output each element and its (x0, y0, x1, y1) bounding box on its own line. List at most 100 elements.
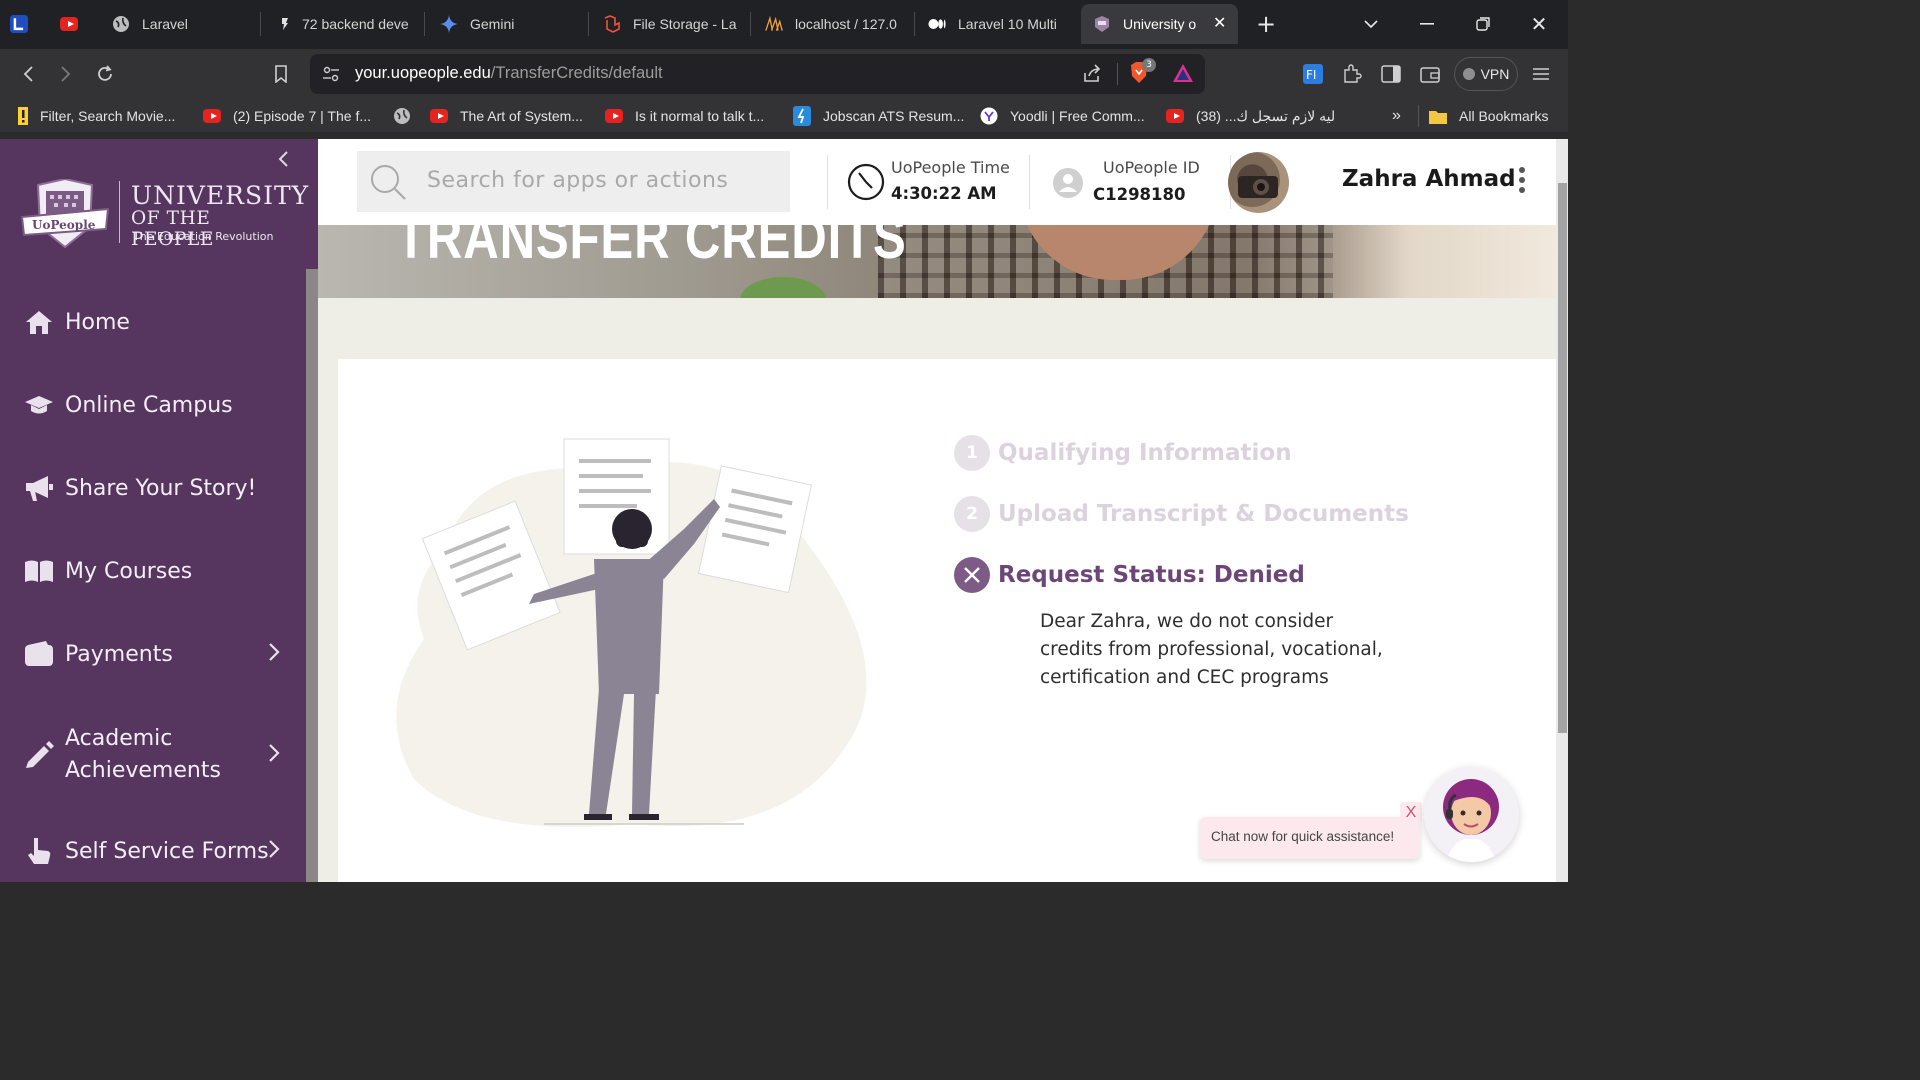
restore-button[interactable] (1465, 8, 1501, 40)
collapse-sidebar-button[interactable] (278, 151, 288, 172)
extensions-icon[interactable] (1339, 61, 1365, 87)
bookmark-item[interactable]: Filter, Search Movie... (18, 105, 175, 127)
step-label: Qualifying Information (998, 440, 1292, 466)
all-bookmarks-button[interactable]: All Bookmarks (1429, 105, 1548, 127)
vpn-label: VPN (1480, 66, 1510, 82)
sidebar-item-label: Academic Achievements (65, 726, 221, 783)
bookmark-item[interactable]: Yoodli | Free Comm... (980, 105, 1145, 127)
step-qualifying-information[interactable]: 1 Qualifying Information (954, 435, 1292, 471)
tab-title: University o (1123, 16, 1197, 32)
close-tab-icon[interactable]: ✕ (1213, 13, 1226, 33)
sidebar-toggle-icon[interactable] (1378, 61, 1404, 87)
step-request-status[interactable]: Request Status: Denied (954, 557, 1305, 593)
menu-icon[interactable] (1528, 61, 1554, 87)
page-header: Search for apps or actions UoPeople Time… (318, 139, 1556, 225)
sidebar-item-share-your-story[interactable]: Share Your Story! (24, 474, 294, 502)
header-divider (827, 155, 828, 209)
search-input[interactable]: Search for apps or actions (357, 151, 790, 212)
avatar[interactable] (1228, 152, 1289, 213)
tab-gemini[interactable]: Gemini (440, 4, 580, 44)
globe-icon (393, 108, 411, 124)
close-window-button[interactable]: ✕ (1521, 8, 1557, 40)
step-number: 1 (954, 435, 990, 471)
tab-university-active[interactable]: University o ✕ (1081, 4, 1238, 44)
minimize-button[interactable] (1409, 8, 1445, 40)
bookmark-item[interactable]: Jobscan ATS Resum... (793, 105, 964, 127)
forward-button[interactable] (53, 61, 79, 87)
step-upload-transcript[interactable]: 2 Upload Transcript & Documents (954, 496, 1409, 532)
address-bar[interactable]: your.uopeople.edu/TransferCredits/defaul… (310, 54, 1205, 94)
bookmark-item[interactable]: ليه لازم تسجل ك... (38) (1166, 105, 1335, 127)
sidebar-item-academic-achievements[interactable]: Academic Achievements (24, 721, 294, 789)
bookmark-item[interactable]: Is it normal to talk t... (605, 105, 764, 127)
sidebar-item-self-service-forms[interactable]: Self Service Forms (24, 837, 294, 865)
youtube-icon (605, 108, 623, 124)
status-message: Dear Zahra, we do not consider credits f… (1040, 611, 1383, 688)
svg-text:FI: FI (1306, 68, 1316, 82)
extension-fi-icon[interactable]: FI (1300, 61, 1326, 87)
brave-rewards-icon[interactable] (1172, 63, 1194, 87)
logo-line2: OF THE PEOPLE (131, 208, 214, 250)
tab-title: Gemini (470, 16, 515, 32)
sidebar-item-home[interactable]: Home (24, 308, 294, 336)
vpn-button[interactable]: VPN (1454, 57, 1518, 91)
megaphone-icon (24, 474, 54, 502)
youtube-icon (60, 15, 78, 33)
chat-assistant-avatar[interactable] (1424, 767, 1519, 862)
tab-divider (424, 12, 425, 36)
uopeople-crest-icon: UoPeople (20, 179, 110, 249)
more-options-icon[interactable] (1518, 167, 1526, 197)
reload-button[interactable] (92, 61, 118, 87)
bookmark-label: (2) Episode 7 | The f... (233, 108, 372, 124)
youtube-icon (1166, 108, 1184, 124)
chat-prompt-bubble[interactable]: Chat now for quick assistance! (1200, 817, 1420, 859)
tab-file-storage[interactable]: File Storage - La (603, 4, 741, 44)
url-path: /TransferCredits/default (490, 64, 663, 82)
site-settings-icon[interactable] (322, 66, 340, 86)
tab-localhost[interactable]: localhost / 127.0 (765, 4, 905, 44)
tab-search-dropdown[interactable] (1353, 8, 1389, 40)
sidebar-item-online-campus[interactable]: Online Campus (24, 391, 294, 419)
logo-line1: UNIVERSITY (131, 181, 310, 210)
request-status-label: Request Status: Denied (998, 562, 1305, 588)
wallet-icon[interactable] (1417, 61, 1443, 87)
bookmark-item[interactable]: The Art of System... (430, 105, 583, 127)
tab-laravel-multi[interactable]: Laravel 10 Multi (928, 4, 1068, 44)
sidebar-scrollbar[interactable] (306, 269, 318, 882)
tab-backend[interactable]: 72 backend deve (280, 4, 415, 44)
bookmark-label: The Art of System... (460, 108, 583, 124)
tab-app[interactable] (10, 4, 40, 44)
tab-laravel[interactable]: Laravel (112, 4, 252, 44)
graduation-cap-icon (24, 391, 54, 419)
brave-badge: 3 (1142, 58, 1156, 72)
bookmark-item[interactable]: (2) Episode 7 | The f... (203, 105, 371, 127)
youtube-icon (203, 108, 221, 124)
back-button[interactable] (15, 61, 41, 87)
sidebar-item-label: My Courses (65, 558, 193, 584)
youtube-icon (430, 108, 448, 124)
university-logo[interactable]: UoPeople UNIVERSITY OF THE PEOPLE The Ed… (18, 179, 308, 251)
tab-youtube[interactable] (60, 4, 90, 44)
chat-close-button[interactable]: X (1400, 802, 1422, 824)
sidebar-item-my-courses[interactable]: My Courses (24, 557, 294, 585)
new-tab-button[interactable]: + (1248, 8, 1284, 40)
page-scrollbar-thumb[interactable] (1558, 183, 1567, 733)
tab-divider (914, 12, 915, 36)
folder-icon (1429, 108, 1447, 124)
sidebar-item-label: Share Your Story! (65, 475, 257, 501)
page-content: UoPeople UNIVERSITY OF THE PEOPLE The Ed… (0, 139, 1568, 882)
tab-divider (588, 12, 589, 36)
sidebar-item-payments[interactable]: Payments (24, 640, 294, 668)
user-name[interactable]: Zahra Ahmad (1342, 166, 1516, 192)
bookmarks-overflow-button[interactable]: » (1392, 105, 1401, 127)
url-text: your.uopeople.edu/TransferCredits/defaul… (355, 64, 663, 83)
logo-badge-text: UoPeople (32, 218, 96, 232)
time-label: UoPeople Time (891, 158, 1010, 177)
bookmark-item[interactable] (393, 105, 423, 127)
bookmark-page-button[interactable] (268, 61, 294, 87)
search-icon (369, 163, 407, 205)
hand-pointer-icon (24, 837, 54, 865)
home-icon (24, 308, 54, 336)
sidebar-item-label: Self Service Forms (65, 838, 269, 864)
share-icon[interactable] (1082, 64, 1102, 88)
